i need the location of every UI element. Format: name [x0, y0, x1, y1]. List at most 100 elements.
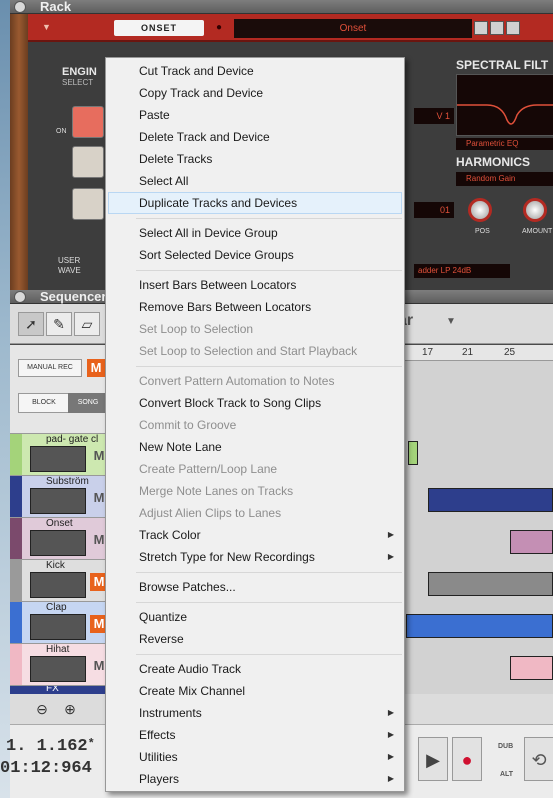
- menu-item-convert-block-track-to-song-clips[interactable]: Convert Block Track to Song Clips: [106, 392, 404, 414]
- track-row[interactable]: Subström M: [10, 475, 108, 518]
- track-name: Kick: [46, 560, 65, 571]
- device-thumbnail: [30, 530, 86, 556]
- patch-browse-button[interactable]: [490, 21, 504, 35]
- zoom-out-icon[interactable]: ⊖: [32, 699, 52, 719]
- param-display-2[interactable]: 01: [414, 202, 454, 218]
- pencil-tool-button[interactable]: ✎: [46, 312, 72, 336]
- menu-item-select-all[interactable]: Select All: [106, 170, 404, 192]
- spectral-filter-display: [456, 74, 553, 136]
- rack-titlebar[interactable]: Rack: [10, 0, 553, 14]
- menu-item-commit-to-groove: Commit to Groove: [139, 418, 237, 432]
- context-menu: Cut Track and Device Copy Track and Devi…: [105, 57, 405, 792]
- filter-curve: [457, 104, 553, 125]
- collapse-icon[interactable]: [14, 291, 26, 303]
- device-thumbnail: [30, 614, 86, 640]
- menu-item-quantize[interactable]: Quantize: [106, 606, 404, 628]
- block-mode-button[interactable]: BLOCK: [18, 393, 70, 413]
- patch-display[interactable]: Onset: [234, 19, 472, 38]
- menu-item-create-mix-channel[interactable]: Create Mix Channel: [106, 680, 404, 702]
- patch-prev-button[interactable]: [474, 21, 488, 35]
- song-mode-button[interactable]: SONG: [68, 393, 108, 413]
- device-thumbnail: [30, 572, 86, 598]
- menu-item-duplicate-tracks-and-devices[interactable]: Duplicate Tracks and Devices: [108, 192, 402, 214]
- menu-item-set-loop-to-selection: Set Loop to Selection: [139, 322, 254, 336]
- note-clip[interactable]: [510, 656, 553, 680]
- manual-rec-button[interactable]: MANUAL REC: [18, 359, 82, 377]
- menu-item-stretch-type-for-new-recordings[interactable]: Stretch Type for New Recordings ▶: [106, 546, 404, 568]
- menu-item-paste[interactable]: Paste: [106, 104, 404, 126]
- engine-2-button[interactable]: [72, 146, 104, 178]
- song-position-display[interactable]: 1. 1.162*: [6, 737, 95, 756]
- eraser-tool-button[interactable]: ▱: [74, 312, 100, 336]
- menu-item-insert-bars-between-locators[interactable]: Insert Bars Between Locators: [106, 274, 404, 296]
- submenu-arrow-icon: ▶: [387, 708, 394, 717]
- submenu-arrow-icon: ▶: [387, 752, 394, 761]
- track-row[interactable]: Hihat M: [10, 643, 108, 686]
- zoom-in-icon[interactable]: ⊕: [60, 699, 80, 719]
- note-clip[interactable]: [510, 530, 553, 554]
- menu-separator: [106, 362, 404, 370]
- menu-item-remove-bars-between-locators[interactable]: Remove Bars Between Locators: [106, 296, 404, 318]
- note-clip[interactable]: [428, 572, 553, 596]
- record-button[interactable]: ●: [452, 737, 482, 781]
- menu-item-browse-patches[interactable]: Browse Patches...: [106, 576, 404, 598]
- filter-type-display[interactable]: adder LP 24dB: [414, 264, 510, 278]
- menu-item-players[interactable]: Players ▶: [106, 768, 404, 790]
- menu-item-create-audio-track[interactable]: Create Audio Track: [106, 658, 404, 680]
- amount-knob[interactable]: [523, 198, 547, 222]
- ruler-tick: 21: [462, 347, 474, 358]
- menu-item-create-pattern-loop-lane: Create Pattern/Loop Lane: [139, 462, 278, 476]
- desktop-background: [0, 0, 10, 798]
- loop-button[interactable]: ⟲: [524, 737, 553, 781]
- patch-save-button[interactable]: [506, 21, 520, 35]
- spectral-filter-mode[interactable]: Parametric EQ: [456, 138, 553, 150]
- chevron-down-icon[interactable]: ▼: [446, 316, 456, 327]
- menu-item-sort-selected-device-groups[interactable]: Sort Selected Device Groups: [106, 244, 404, 266]
- harmonics-mode[interactable]: Random Gain: [456, 172, 553, 186]
- menu-item-new-note-lane[interactable]: New Note Lane: [106, 436, 404, 458]
- menu-item-track-color[interactable]: Track Color ▶: [106, 524, 404, 546]
- menu-item-copy-track-and-device[interactable]: Copy Track and Device: [106, 82, 404, 104]
- alt-label[interactable]: ALT: [500, 771, 513, 778]
- menu-item-convert-pattern-automation-to-notes: Convert Pattern Automation to Notes: [139, 374, 335, 388]
- track-color-strip: [10, 560, 22, 602]
- menu-item-reverse[interactable]: Reverse: [106, 628, 404, 650]
- menu-item-effects[interactable]: Effects ▶: [106, 724, 404, 746]
- pos-knob[interactable]: [468, 198, 492, 222]
- patch-name-label[interactable]: ONSET: [114, 20, 204, 36]
- track-row[interactable]: Kick M: [10, 559, 108, 602]
- track-row[interactable]: pad- gate cl M: [10, 433, 108, 476]
- song-time-display[interactable]: 01:12:964: [0, 759, 92, 778]
- dub-label[interactable]: DUB: [498, 743, 513, 750]
- menu-separator: [106, 568, 404, 576]
- device-thumbnail: [30, 656, 86, 682]
- track-color-strip: [10, 434, 22, 476]
- arrow-tool-button[interactable]: ➚: [18, 312, 44, 336]
- note-clip[interactable]: [408, 441, 418, 465]
- menu-item-utilities[interactable]: Utilities ▶: [106, 746, 404, 768]
- menu-item-adjust-alien-clips-to-lanes: Adjust Alien Clips to Lanes: [139, 506, 282, 520]
- master-mute-button[interactable]: M: [87, 359, 105, 377]
- menu-item-select-all-in-device-group[interactable]: Select All in Device Group: [106, 222, 404, 244]
- note-clip[interactable]: [406, 614, 553, 638]
- ruler-tick: 17: [422, 347, 434, 358]
- collapse-icon[interactable]: [14, 1, 26, 13]
- track-color-strip: [10, 518, 22, 560]
- note-clip[interactable]: [428, 488, 553, 512]
- harmonics-title: HARMONICS: [456, 155, 530, 169]
- fold-arrow-icon[interactable]: ▼: [42, 22, 51, 32]
- track-row[interactable]: FX: [10, 685, 108, 694]
- engine-1-button[interactable]: [72, 106, 104, 138]
- device-thumbnail: [30, 446, 86, 472]
- track-row[interactable]: Clap M: [10, 601, 108, 644]
- engine-3-button[interactable]: [72, 188, 104, 220]
- menu-item-delete-tracks[interactable]: Delete Tracks: [106, 148, 404, 170]
- param-display-1[interactable]: V 1: [414, 108, 454, 124]
- menu-item-label: Track Color: [139, 528, 201, 542]
- menu-item-cut-track-and-device[interactable]: Cut Track and Device: [106, 60, 404, 82]
- menu-item-label: Instruments: [139, 706, 202, 720]
- play-button[interactable]: ▶: [418, 737, 448, 781]
- menu-item-instruments[interactable]: Instruments ▶: [106, 702, 404, 724]
- track-row[interactable]: Onset M: [10, 517, 108, 560]
- menu-item-delete-track-and-device[interactable]: Delete Track and Device: [106, 126, 404, 148]
